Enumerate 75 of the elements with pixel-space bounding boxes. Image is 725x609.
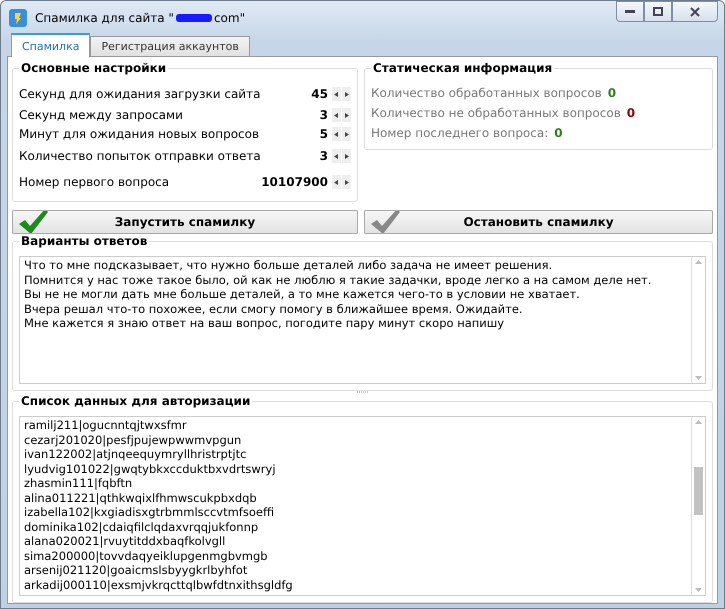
setting-value: 5 bbox=[320, 127, 328, 141]
increase-button[interactable] bbox=[342, 87, 351, 101]
close-button[interactable] bbox=[672, 1, 718, 22]
right-arrow-icon bbox=[344, 154, 349, 158]
app-icon bbox=[9, 8, 27, 26]
text-line: alina011221|qthkwqixlfhmwscukpbxdqb bbox=[24, 490, 258, 505]
text-line: ivan122002|atjnqeequymryllhristrptjtc bbox=[24, 447, 248, 462]
text-line: Мне кажется я знаю ответ на ваш вопрос, погодите пару минут скоро напишу bbox=[24, 316, 506, 330]
right-arrow-icon bbox=[344, 180, 349, 184]
setting-label: Количество попыток отправки ответа bbox=[19, 149, 262, 163]
setting-value: 45 bbox=[311, 87, 328, 101]
right-arrow-icon bbox=[344, 132, 349, 136]
right-arrow-icon bbox=[344, 112, 349, 118]
text-line: dominika102|cdaiqfilclqdaxvrqqjukfonnp bbox=[24, 520, 260, 534]
text-line: sima200000|tovvdaqyeiklupgenmgbvmgb bbox=[24, 548, 269, 563]
tab[interactable]: Спамилка bbox=[11, 33, 90, 57]
text-line: alana020021|rvuytitddxbaqfkolvgll bbox=[24, 534, 226, 548]
window-title: Спамилка для сайта " bbox=[35, 10, 174, 24]
stat-value: 0 bbox=[608, 86, 616, 100]
text-line: zhasmin111|fqbftn bbox=[24, 476, 134, 490]
group-title: Основные настройки bbox=[19, 61, 168, 75]
splitter-grip-icon[interactable] bbox=[356, 391, 370, 394]
text-line: Вы не не могли дать мне больше деталей, а то мне кажется чего-то в условии не хватает. bbox=[24, 287, 581, 302]
text-line: arkadij000110|exsmjvkrqcttqlbwfdtnxithsgldfg bbox=[24, 578, 294, 592]
setting-value: 3 bbox=[320, 108, 328, 122]
text-line: ramilj211|ogucnntqjtwxsfmr bbox=[24, 418, 188, 432]
left-arrow-icon bbox=[334, 180, 339, 184]
text-line: izabella102|kxgiadisxgtrbmmlsccvtmfsoeffi bbox=[24, 505, 276, 520]
stat-label: Номер последнего вопроса: bbox=[371, 126, 548, 140]
setting-label: Секунд для ожидания загрузки сайта bbox=[19, 87, 262, 101]
setting-label: Номер первого вопроса bbox=[19, 175, 170, 189]
text-area[interactable] bbox=[19, 256, 706, 384]
close-icon bbox=[690, 6, 700, 16]
setting-value: 10107900 bbox=[261, 175, 328, 189]
text-line: Помнится у нас тоже такое было, ой как не люблю я такие задачки, вроде легко а на самом деле нет. bbox=[24, 272, 652, 287]
increase-button[interactable] bbox=[342, 108, 351, 122]
text-line: arsenij021120|goaicmslsbyygkrlbyhfot bbox=[24, 563, 248, 578]
decrease-button[interactable] bbox=[332, 87, 341, 101]
decrease-button[interactable] bbox=[332, 127, 341, 141]
left-arrow-icon bbox=[334, 92, 339, 96]
tab[interactable]: Регистрация аккаунтов bbox=[90, 36, 250, 56]
left-arrow-icon bbox=[334, 112, 339, 118]
text-line: Вчера решал что-то похожее, если смогу помогу в ближайшее время. Ожидайте. bbox=[24, 302, 524, 316]
decrease-button[interactable] bbox=[332, 175, 341, 189]
stat-value: 0 bbox=[554, 126, 563, 140]
right-arrow-icon bbox=[344, 92, 349, 96]
window-title: com" bbox=[214, 10, 246, 24]
decrease-button[interactable] bbox=[332, 149, 341, 163]
decrease-button[interactable] bbox=[332, 108, 341, 122]
minimize-button[interactable] bbox=[616, 1, 644, 22]
stat-label: Количество не обработанных вопросов bbox=[371, 106, 621, 120]
scrollbar[interactable] bbox=[691, 417, 705, 595]
text-line: lyudvig101022|gwqtybkxccduktbxvdrtswryj bbox=[24, 462, 277, 476]
stop-button[interactable]: Остановить спамилку bbox=[364, 210, 713, 234]
left-arrow-icon bbox=[334, 154, 339, 158]
left-arrow-icon bbox=[334, 132, 339, 136]
group-title: Статическая информация bbox=[371, 61, 554, 75]
stat-label: Количество обработанных вопросов bbox=[371, 86, 602, 100]
maximize-button[interactable] bbox=[644, 1, 672, 22]
scroll-thumb[interactable] bbox=[694, 467, 703, 515]
setting-label: Секунд между запросами bbox=[19, 108, 184, 122]
increase-button[interactable] bbox=[342, 175, 351, 189]
stat-value: 0 bbox=[626, 106, 636, 120]
increase-button[interactable] bbox=[342, 149, 351, 163]
minimize-icon bbox=[625, 10, 635, 14]
group-title: Варианты ответов bbox=[19, 234, 150, 248]
setting-label: Минут для ожидания новых вопросов bbox=[19, 127, 260, 141]
group-title: Список данных для авторизации bbox=[19, 394, 252, 408]
setting-value: 3 bbox=[320, 149, 328, 163]
text-line: Что то мне подсказывает, что нужно больше деталей либо задача не имеет решения. bbox=[24, 258, 554, 272]
maximize-icon bbox=[653, 7, 663, 16]
start-button[interactable]: Запустить спамилку bbox=[12, 210, 358, 234]
redaction-mark bbox=[174, 12, 214, 24]
text-line: cezarj201020|pesfjpujewpwwmvpgun bbox=[24, 432, 242, 447]
increase-button[interactable] bbox=[342, 127, 351, 141]
